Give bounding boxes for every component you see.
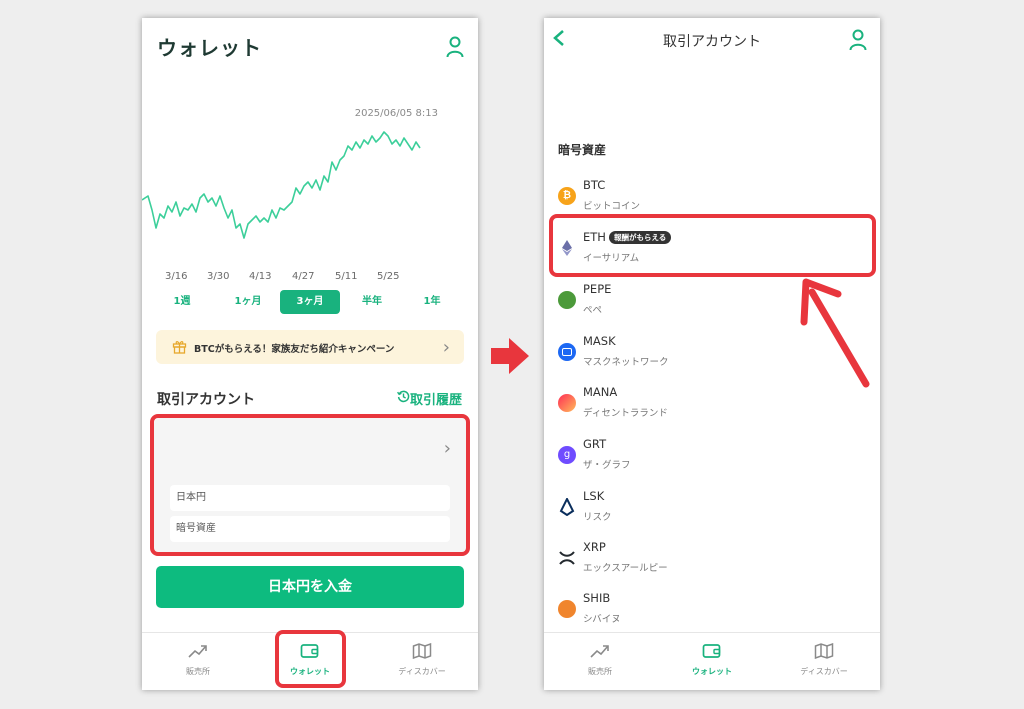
- period-3m[interactable]: 3ヶ月: [280, 290, 340, 314]
- user-icon[interactable]: [446, 36, 464, 58]
- history-icon[interactable]: [397, 390, 410, 403]
- coin-name: ペペ: [583, 305, 603, 316]
- deposit-jpy-button[interactable]: 日本円を入金: [156, 566, 464, 608]
- coin-symbol: SHIB: [583, 591, 611, 605]
- coin-name: シバイヌ: [583, 614, 621, 625]
- gift-icon: [172, 341, 187, 354]
- period-1m[interactable]: 1ヶ月: [222, 290, 274, 314]
- x-tick: 3/16: [165, 271, 188, 282]
- period-6m[interactable]: 半年: [346, 290, 398, 314]
- user-icon[interactable]: [849, 29, 867, 51]
- trend-up-icon: [188, 645, 207, 658]
- coin-name: リスク: [583, 512, 612, 523]
- coin-row-grt[interactable]: g GRT ザ・グラフ: [558, 437, 858, 477]
- the-graph-icon: g: [558, 446, 576, 464]
- chevron-right-icon: ›: [442, 337, 450, 358]
- coin-name: ザ・グラフ: [583, 460, 631, 471]
- coin-name: エックスアールピー: [583, 563, 668, 574]
- decentraland-icon: [558, 394, 576, 412]
- shiba-inu-icon: [558, 600, 576, 618]
- coin-row-btc[interactable]: ₿ BTC ビットコイン: [558, 178, 858, 218]
- highlight-box: [549, 214, 876, 277]
- nav-wallet[interactable]: ウォレット: [656, 633, 768, 690]
- page-title: ウォレット: [157, 36, 262, 60]
- coin-name: マスクネットワーク: [583, 357, 669, 368]
- map-icon: [814, 643, 834, 659]
- wallet-screen: ウォレット 2025/06/05 8:13 3/16 3/30 4/13 4/2…: [142, 18, 478, 690]
- history-link[interactable]: 取引履歴: [410, 389, 462, 408]
- coin-symbol: PEPE: [583, 282, 612, 296]
- mask-network-icon: [558, 343, 576, 361]
- x-tick: 5/11: [335, 271, 358, 282]
- coin-symbol: BTC: [583, 178, 606, 192]
- period-1w[interactable]: 1週: [156, 290, 208, 314]
- lisk-icon: [559, 498, 575, 516]
- nav-label: ウォレット: [692, 667, 732, 676]
- coin-symbol: XRP: [583, 540, 606, 554]
- x-tick: 3/30: [207, 271, 230, 282]
- nav-exchange[interactable]: 販売所: [142, 633, 254, 690]
- xrp-icon: [559, 551, 575, 565]
- map-icon: [412, 643, 432, 659]
- price-chart[interactable]: [142, 98, 478, 258]
- pointer-arrow-icon: [800, 278, 870, 388]
- campaign-banner[interactable]: BTCがもらえる！家族友だち紹介キャンペーン ›: [156, 330, 464, 364]
- nav-exchange[interactable]: 販売所: [544, 633, 656, 690]
- coin-symbol: MANA: [583, 385, 618, 399]
- wallet-icon: [702, 644, 721, 658]
- highlight-box: [275, 630, 346, 688]
- coin-row-shib[interactable]: SHIB シバイヌ: [558, 591, 858, 631]
- coin-row-xrp[interactable]: XRP エックスアールピー: [558, 540, 858, 580]
- x-tick: 4/27: [292, 271, 315, 282]
- period-selector: 1週 1ヶ月 3ヶ月 半年 1年: [156, 290, 462, 314]
- pepe-icon: [558, 291, 576, 309]
- coin-name: ビットコイン: [583, 201, 641, 212]
- x-tick: 5/25: [377, 271, 400, 282]
- nav-label: ディスカバー: [800, 667, 848, 676]
- section-title: 暗号資産: [558, 143, 607, 157]
- trend-up-icon: [590, 645, 609, 658]
- coin-name: ディセントラランド: [583, 408, 668, 419]
- coin-symbol: MASK: [583, 334, 616, 348]
- page-title: 取引アカウント: [663, 34, 761, 50]
- coin-symbol: GRT: [583, 437, 607, 451]
- section-title: 取引アカウント: [157, 392, 255, 408]
- nav-label: ディスカバー: [398, 667, 446, 676]
- coin-row-lsk[interactable]: LSK リスク: [558, 489, 858, 529]
- x-tick: 4/13: [249, 271, 272, 282]
- coin-row-mana[interactable]: MANA ディセントラランド: [558, 385, 858, 425]
- arrow-right-icon: [491, 338, 529, 374]
- period-1y[interactable]: 1年: [406, 290, 458, 314]
- nav-label: 販売所: [186, 667, 210, 676]
- bottom-nav: 販売所 ウォレット ディスカバー: [544, 632, 880, 690]
- campaign-text: BTCがもらえる！家族友だち紹介キャンペーン: [194, 344, 395, 355]
- nav-discover[interactable]: ディスカバー: [366, 633, 478, 690]
- price-line: [142, 131, 421, 239]
- coin-symbol: LSK: [583, 489, 605, 503]
- nav-label: 販売所: [588, 667, 612, 676]
- highlight-box: [150, 414, 470, 556]
- bitcoin-icon: ₿: [558, 187, 576, 205]
- nav-discover[interactable]: ディスカバー: [768, 633, 880, 690]
